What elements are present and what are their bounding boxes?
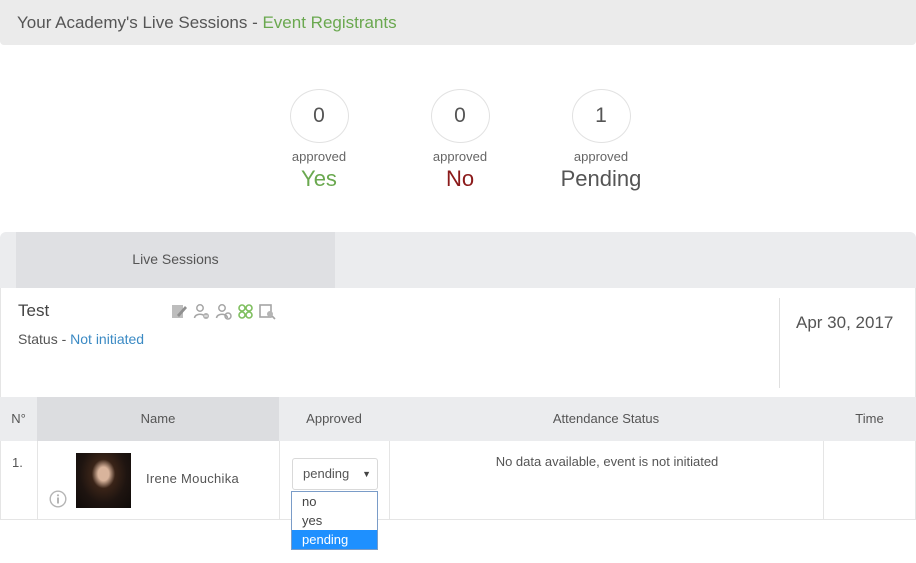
stat-label-no: approved	[432, 149, 488, 164]
session-status: Status - Not initiated	[18, 331, 144, 347]
session-status-label: Status -	[18, 331, 71, 347]
stat-value-pending: Pending	[560, 166, 642, 191]
attendance-status: No data available, event is not initiate…	[495, 454, 719, 469]
stat-count-yes: 0	[289, 89, 349, 143]
registrant-name[interactable]: Irene Mouchika	[146, 471, 239, 486]
cell-divider	[279, 441, 280, 519]
divider	[779, 298, 780, 388]
dropdown-option-yes[interactable]: yes	[292, 511, 377, 530]
avatar	[76, 453, 131, 508]
column-header-approved: Approved	[306, 411, 362, 426]
page-header: Your Academy's Live Sessions - Event Reg…	[0, 0, 916, 45]
edit-icon[interactable]	[171, 303, 188, 320]
session-status-value[interactable]: Not initiated	[70, 331, 144, 347]
approved-select-value: pending	[303, 466, 350, 481]
approved-dropdown-list: no yes pending	[291, 491, 378, 550]
column-header-name[interactable]: Name	[37, 397, 279, 441]
session-actions	[171, 303, 276, 320]
page-subtitle: Event Registrants	[262, 13, 397, 32]
page-title: Your Academy's Live Sessions -	[17, 13, 263, 32]
user-settings-icon[interactable]	[215, 303, 232, 320]
cell-divider	[389, 441, 390, 519]
stat-approved-no: 0 approved No	[400, 89, 520, 192]
stat-value-yes: Yes	[301, 166, 337, 191]
tab-bar: Live Sessions	[0, 232, 916, 288]
session-date: Apr 30, 2017	[796, 313, 894, 332]
column-header-time: Time	[855, 411, 884, 426]
approved-select[interactable]: pending ▼	[292, 458, 378, 490]
stat-count-no: 0	[430, 89, 490, 143]
stat-approved-pending: 1 approved Pending	[541, 89, 661, 192]
preview-icon[interactable]	[259, 303, 276, 320]
info-icon[interactable]	[49, 490, 67, 508]
chevron-down-icon: ▼	[362, 469, 371, 479]
user-remove-icon[interactable]	[193, 303, 210, 320]
column-header-attendance: Attendance Status	[552, 411, 660, 426]
stat-label-pending: approved	[573, 149, 629, 164]
stat-value-no: No	[445, 166, 475, 191]
stat-approved-yes: 0 approved Yes	[259, 89, 379, 192]
session-title: Test	[18, 301, 50, 320]
column-header-number: N°	[11, 411, 26, 426]
dropdown-option-no[interactable]: no	[292, 492, 377, 511]
session-card: Test Status - Not initiated Apr 30, 2017	[0, 288, 916, 397]
dropdown-option-pending[interactable]: pending	[292, 530, 377, 549]
stat-count-pending: 1	[571, 89, 631, 143]
tab-live-sessions[interactable]: Live Sessions	[16, 232, 335, 288]
users-group-icon[interactable]	[237, 303, 254, 320]
row-number: 1.	[12, 455, 23, 470]
table-row: 1. Irene Mouchika pending ▼ No data avai…	[0, 441, 916, 520]
cell-divider	[823, 441, 824, 519]
stat-label-yes: approved	[291, 149, 347, 164]
table-header: N° Name Approved Attendance Status Time	[0, 397, 916, 441]
cell-divider	[37, 441, 38, 519]
